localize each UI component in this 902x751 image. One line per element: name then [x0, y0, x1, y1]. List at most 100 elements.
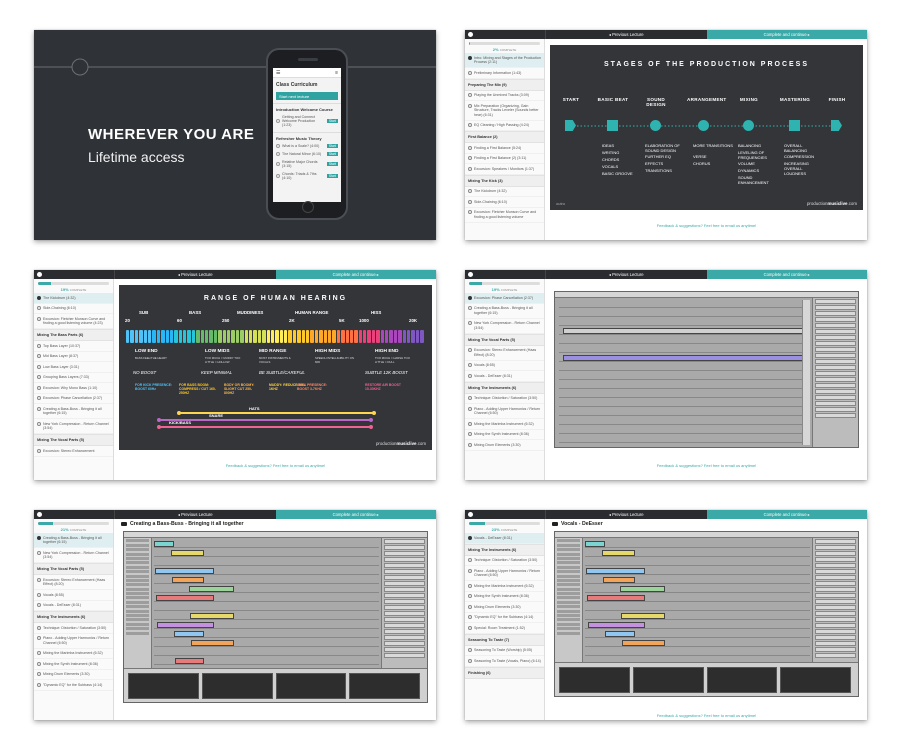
browser-item[interactable]: [557, 614, 580, 618]
mixer-channel[interactable]: [384, 581, 425, 586]
audio-effect-device[interactable]: [128, 673, 199, 699]
browser-item[interactable]: [126, 548, 149, 552]
curriculum-lecture-item[interactable]: Technique: Distortion / Saturation (3:50…: [465, 556, 544, 566]
audio-effect-device[interactable]: [780, 667, 851, 693]
curriculum-lecture-item[interactable]: Creating a Bass-Buss - Bringing it all t…: [34, 533, 113, 548]
mixer-channel[interactable]: [815, 305, 856, 310]
daw-clip[interactable]: [155, 568, 214, 574]
daw-clip[interactable]: [585, 541, 605, 547]
daw-clip[interactable]: [622, 640, 665, 646]
daw-clip[interactable]: [154, 541, 174, 547]
curriculum-lecture-item[interactable]: Vocals - DeEsser (8:31): [34, 601, 113, 611]
mixer-channel[interactable]: [815, 575, 856, 580]
curriculum-lecture-item[interactable]: Technique: Distortion / Saturation (3:50…: [34, 623, 113, 634]
mixer-channel[interactable]: [815, 653, 856, 658]
browser-item[interactable]: [557, 618, 580, 622]
mixer-channel[interactable]: [815, 383, 856, 388]
mixer-channel[interactable]: [384, 587, 425, 592]
daw-track-lane[interactable]: [585, 648, 810, 656]
mixer-channel[interactable]: [384, 545, 425, 550]
topbar-home[interactable]: [34, 510, 114, 519]
mixer-channel[interactable]: [815, 401, 856, 406]
mixer-channel[interactable]: [815, 623, 856, 628]
mixer-channel[interactable]: [815, 389, 856, 394]
curriculum-lecture-item[interactable]: Mixing the Marimba Instrument (6:32): [465, 581, 544, 592]
browser-item[interactable]: [557, 609, 580, 613]
curriculum-lecture-item[interactable]: Vocals - DeEsser (8:31): [465, 533, 544, 544]
phone-lecture-item[interactable]: What is a Scale? (4:00) Start: [273, 142, 341, 150]
previous-lecture-button[interactable]: ◂ Previous Lecture: [545, 270, 707, 279]
school-logo-icon[interactable]: [468, 32, 473, 37]
mixer-channel[interactable]: [815, 395, 856, 400]
curriculum-lecture-item[interactable]: New York Compression - Return Channel (3…: [465, 319, 544, 334]
mixer-channel[interactable]: [815, 617, 856, 622]
daw-clip[interactable]: [602, 550, 635, 556]
daw-clip[interactable]: [587, 595, 645, 601]
daw-track-lane[interactable]: [154, 540, 379, 548]
browser-item[interactable]: [557, 552, 580, 556]
mixer-channel[interactable]: [815, 311, 856, 316]
mixer-channel[interactable]: [815, 371, 856, 376]
audio-effect-device[interactable]: [275, 673, 347, 699]
browser-item[interactable]: [126, 614, 149, 618]
browser-item[interactable]: [557, 556, 580, 560]
browser-item[interactable]: [557, 565, 580, 569]
mixer-channel[interactable]: [384, 647, 425, 652]
curriculum-lecture-item[interactable]: Excursion: Stereo Enhancement (Haas Effe…: [465, 346, 544, 361]
curriculum-lecture-item[interactable]: Mixing Drum Elements (3:30): [34, 670, 113, 680]
school-logo-icon[interactable]: [37, 512, 42, 517]
school-logo-icon[interactable]: [468, 512, 473, 517]
browser-item[interactable]: [557, 574, 580, 578]
daw-clip[interactable]: [190, 613, 234, 619]
daw-track-lane[interactable]: [559, 426, 810, 434]
curriculum-lecture-item[interactable]: Excursion: Phase Cancellation (2:37): [34, 394, 113, 404]
mixer-channel[interactable]: [815, 587, 856, 592]
curriculum-lecture-item[interactable]: Creating a Bass-Buss - Bringing it all t…: [465, 304, 544, 319]
daw-clip[interactable]: [174, 631, 204, 637]
browser-item[interactable]: [557, 561, 580, 565]
browser-item[interactable]: [126, 552, 149, 556]
curriculum-lecture-item[interactable]: New York Compression - Return Channel (3…: [34, 548, 113, 563]
browser-item[interactable]: [126, 596, 149, 600]
mixer-channel[interactable]: [384, 629, 425, 634]
curriculum-lecture-item[interactable]: Mixing the Synth Instrument (8:36): [465, 592, 544, 602]
mixer-channel[interactable]: [384, 611, 425, 616]
daw-track-lane[interactable]: [585, 558, 810, 566]
daw-clip[interactable]: [171, 550, 204, 556]
browser-item[interactable]: [126, 583, 149, 587]
mixer-channel[interactable]: [815, 551, 856, 556]
complete-and-continue-button[interactable]: Complete and continue ▸: [706, 510, 867, 519]
daw-clip[interactable]: [588, 622, 645, 628]
mixer-channel[interactable]: [815, 329, 856, 334]
daw-track-lane[interactable]: [559, 408, 810, 416]
mixer-channel[interactable]: [384, 551, 425, 556]
mixer-channel[interactable]: [815, 377, 856, 382]
feedback-link[interactable]: Feedback & suggestions? Feel free to ema…: [546, 223, 867, 228]
mixer-channel[interactable]: [815, 323, 856, 328]
curriculum-lecture-item[interactable]: New York Compression - Return Channel (3…: [34, 419, 113, 434]
mixer-channel[interactable]: [815, 299, 856, 304]
daw-clip[interactable]: [586, 568, 645, 574]
curriculum-lecture-item[interactable]: Vocals (8:55): [34, 590, 113, 601]
complete-and-continue-button[interactable]: Complete and continue ▸: [275, 270, 436, 279]
browser-item[interactable]: [126, 543, 149, 547]
daw-track-lane[interactable]: [559, 363, 810, 371]
browser-item[interactable]: [557, 570, 580, 574]
curriculum-lecture-item[interactable]: The Kickdrum (4:32): [34, 293, 113, 304]
daw-track-lane[interactable]: [559, 390, 810, 398]
audio-effect-device[interactable]: [706, 667, 778, 693]
mixer-channel[interactable]: [384, 635, 425, 640]
browser-item[interactable]: [126, 592, 149, 596]
daw-clip[interactable]: [563, 355, 806, 361]
browser-item[interactable]: [557, 583, 580, 587]
browser-item[interactable]: [126, 561, 149, 565]
mixer-channel[interactable]: [815, 353, 856, 358]
browser-item[interactable]: [126, 600, 149, 604]
daw-mixer-panel[interactable]: [812, 298, 858, 447]
mixer-channel[interactable]: [815, 647, 856, 652]
mixer-channel[interactable]: [384, 641, 425, 646]
curriculum-lecture-item[interactable]: Mixing the Marimba Instrument (6:32): [465, 419, 544, 430]
browser-item[interactable]: [126, 622, 149, 626]
browser-item[interactable]: [126, 587, 149, 591]
mixer-channel[interactable]: [815, 569, 856, 574]
